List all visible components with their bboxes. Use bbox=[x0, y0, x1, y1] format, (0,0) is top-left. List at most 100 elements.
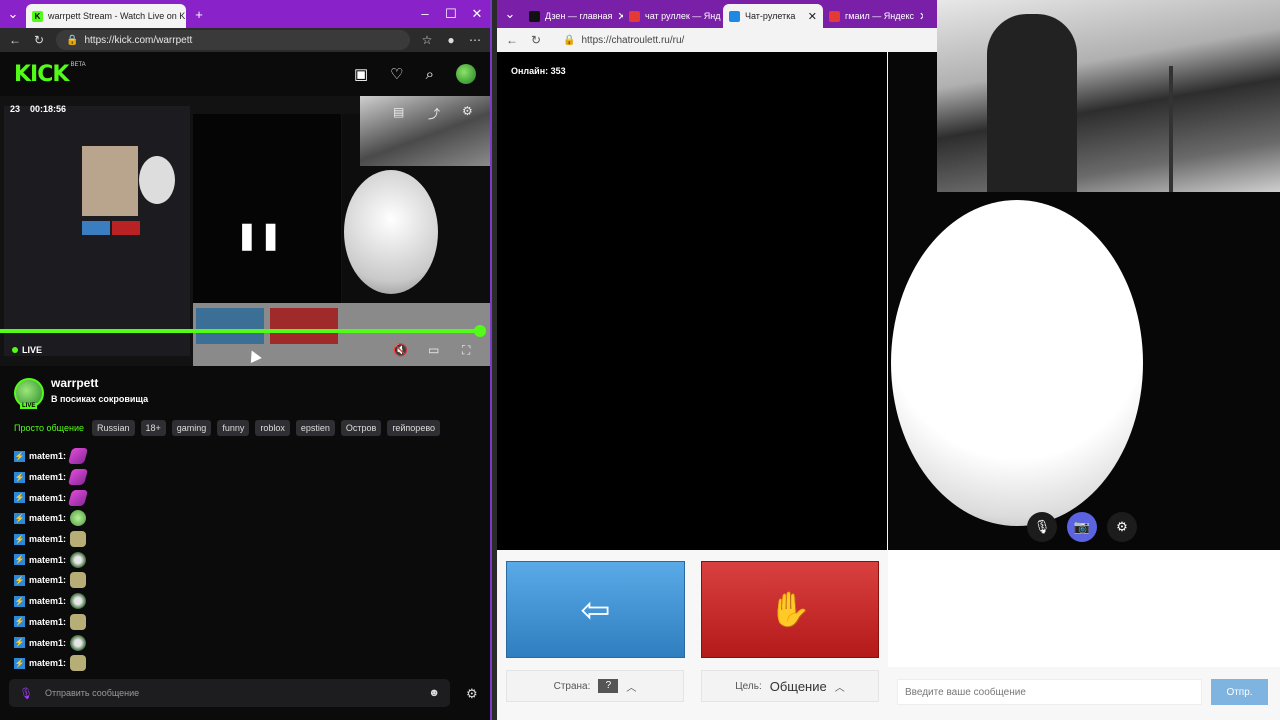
kick-favicon-icon: K bbox=[32, 10, 43, 22]
message-input[interactable]: Введите ваше сообщение bbox=[897, 679, 1202, 705]
close-tab-icon[interactable]: ✕ bbox=[919, 10, 923, 23]
chevron-up-icon: ︿ bbox=[626, 682, 637, 694]
chat-username[interactable]: matem1: bbox=[29, 493, 66, 503]
camera-icon: 📷 bbox=[1073, 519, 1091, 534]
progress-knob[interactable] bbox=[474, 325, 486, 337]
chatroulette-browser-window: ⌄ Дзен — главная✕чат руллек — Янд✕Чат-ру… bbox=[497, 0, 1280, 720]
close-tab-icon[interactable]: ✕ bbox=[808, 10, 817, 23]
share-icon[interactable]: ⤴ bbox=[428, 105, 440, 122]
url-field[interactable]: 🔒 https://kick.com/warrpett bbox=[56, 30, 410, 50]
fullscreen-icon[interactable]: ⛶ bbox=[462, 343, 470, 358]
chat-username[interactable]: matem1: bbox=[29, 617, 66, 627]
tag-list: Просто общение Russian 18+ gaming funny … bbox=[14, 420, 441, 436]
url-text: https://kick.com/warrpett bbox=[84, 34, 193, 46]
tag[interactable]: epstien bbox=[295, 420, 335, 436]
chat-username[interactable]: matem1: bbox=[29, 472, 66, 482]
goal-select[interactable]: Цель: Общение ︿ bbox=[701, 670, 879, 702]
chat-username[interactable]: matem1: bbox=[29, 513, 66, 523]
mirror-next-button bbox=[82, 221, 110, 235]
stream-black-area bbox=[193, 114, 341, 304]
refresh-icon[interactable]: ↻ bbox=[529, 33, 543, 47]
avatar-live-badge: LIVE bbox=[20, 403, 38, 409]
user-badge-icon: ⚡ bbox=[14, 657, 25, 669]
profile-icon[interactable]: ● bbox=[444, 33, 458, 47]
photo-mic-stand bbox=[1169, 66, 1173, 192]
emote-icon bbox=[70, 634, 87, 651]
browser-tab[interactable]: гмаил — Яндекс ✕ bbox=[823, 4, 923, 28]
progress-bar[interactable] bbox=[0, 329, 480, 333]
channel-name[interactable]: warrpett bbox=[51, 376, 98, 390]
tag[interactable]: Russian bbox=[91, 420, 135, 436]
microphone-icon[interactable]: 🎙 bbox=[19, 687, 33, 700]
chat-username[interactable]: matem1: bbox=[29, 638, 66, 648]
send-button[interactable]: Отпр. bbox=[1211, 679, 1268, 705]
chat-username[interactable]: matem1: bbox=[29, 555, 66, 565]
heart-icon[interactable]: ♡ bbox=[390, 65, 403, 83]
tag[interactable]: Остров bbox=[340, 420, 382, 436]
video-player[interactable]: 23 00:18:56 ▤ ⤴ ⚙ ❚❚ LIVE 🔇 ▭ ⛶ bbox=[0, 96, 490, 366]
chat-settings-gear-icon[interactable]: ⚙ bbox=[466, 686, 478, 702]
clip-icon[interactable]: ▤ bbox=[393, 105, 404, 119]
emote-icon bbox=[67, 489, 89, 506]
tab-title: чат руллек — Янд bbox=[645, 11, 721, 21]
tab-favicon-icon bbox=[729, 10, 740, 22]
emoji-icon[interactable]: ☻ bbox=[428, 687, 440, 699]
new-tab-icon[interactable]: + bbox=[186, 7, 212, 22]
settings-button[interactable]: ⚙ bbox=[1107, 512, 1137, 542]
stream-oval bbox=[344, 170, 438, 294]
gear-icon[interactable]: ⚙ bbox=[462, 104, 473, 118]
refresh-icon[interactable]: ↻ bbox=[32, 33, 46, 47]
chat-message: ⚡ matem1: bbox=[0, 570, 490, 591]
star-icon[interactable]: ☆ bbox=[420, 33, 434, 47]
tag[interactable]: 18+ bbox=[140, 420, 166, 436]
pause-icon[interactable]: ❚❚ bbox=[236, 220, 284, 251]
back-icon[interactable]: ← bbox=[505, 33, 519, 47]
tab-menu-chevron-icon[interactable]: ⌄ bbox=[0, 6, 26, 22]
category-link[interactable]: Просто общение bbox=[14, 423, 84, 433]
more-icon[interactable]: ⋯ bbox=[468, 33, 482, 47]
online-count: Онлайн: 353 bbox=[511, 66, 566, 76]
chevron-up-icon: ︿ bbox=[834, 682, 845, 694]
mute-icon[interactable]: 🔇 bbox=[393, 343, 408, 357]
kick-logo[interactable]: KICK bbox=[14, 62, 69, 87]
tag[interactable]: roblox bbox=[255, 420, 290, 436]
arrow-left-icon: ⇦ bbox=[580, 588, 611, 630]
chat-username[interactable]: matem1: bbox=[29, 451, 66, 461]
chat-username[interactable]: matem1: bbox=[29, 575, 66, 585]
chat-username[interactable]: matem1: bbox=[29, 534, 66, 544]
tab-menu-chevron-icon[interactable]: ⌄ bbox=[497, 6, 523, 22]
face-mask-oval bbox=[891, 200, 1143, 526]
camera-button[interactable]: 📷 bbox=[1067, 512, 1097, 542]
browser-tab[interactable]: чат руллек — Янд✕ bbox=[623, 4, 723, 28]
lock-icon: 🔒 bbox=[563, 34, 576, 46]
maximize-icon[interactable]: ☐ bbox=[438, 6, 464, 22]
stop-button[interactable]: ✋ bbox=[701, 561, 879, 658]
chat-input[interactable]: 🎙 Отправить сообщение ☻ bbox=[9, 679, 450, 707]
user-avatar[interactable] bbox=[456, 64, 476, 84]
tab-title: Чат-рулетка bbox=[745, 11, 796, 21]
tab-title: warrpett Stream - Watch Live on K bbox=[48, 11, 186, 21]
tag[interactable]: гейпорево bbox=[387, 420, 441, 436]
tag[interactable]: gaming bbox=[171, 420, 212, 436]
tab-kick[interactable]: K warrpett Stream - Watch Live on K ✕ bbox=[26, 4, 186, 28]
chat-input-placeholder: Отправить сообщение bbox=[44, 688, 140, 698]
streamer-webcam bbox=[82, 146, 138, 216]
mirror-oval bbox=[139, 156, 175, 204]
pip-icon[interactable]: ▭ bbox=[428, 343, 439, 357]
chat-username[interactable]: matem1: bbox=[29, 658, 66, 668]
back-icon[interactable]: ← bbox=[8, 33, 22, 47]
browser-tab[interactable]: Дзен — главная ✕ bbox=[523, 4, 623, 28]
search-icon[interactable]: ⌕ bbox=[426, 66, 434, 83]
microphone-button[interactable]: 🎙 bbox=[1027, 512, 1057, 542]
stream-title: В посиках сокровища bbox=[51, 394, 149, 404]
chat-username[interactable]: matem1: bbox=[29, 596, 66, 606]
minimize-icon[interactable]: – bbox=[412, 6, 438, 22]
hand-icon: ✋ bbox=[768, 590, 812, 629]
chat-message: ⚡ matem1: bbox=[0, 508, 490, 529]
browser-tab[interactable]: Чат-рулетка ✕ bbox=[723, 4, 823, 28]
country-select[interactable]: Страна: ? ︿ bbox=[506, 670, 684, 702]
next-button[interactable]: ⇦ bbox=[506, 561, 685, 658]
tv-icon[interactable]: ▣ bbox=[354, 65, 368, 83]
tag[interactable]: funny bbox=[217, 420, 250, 436]
close-window-icon[interactable]: ✕ bbox=[464, 6, 490, 22]
